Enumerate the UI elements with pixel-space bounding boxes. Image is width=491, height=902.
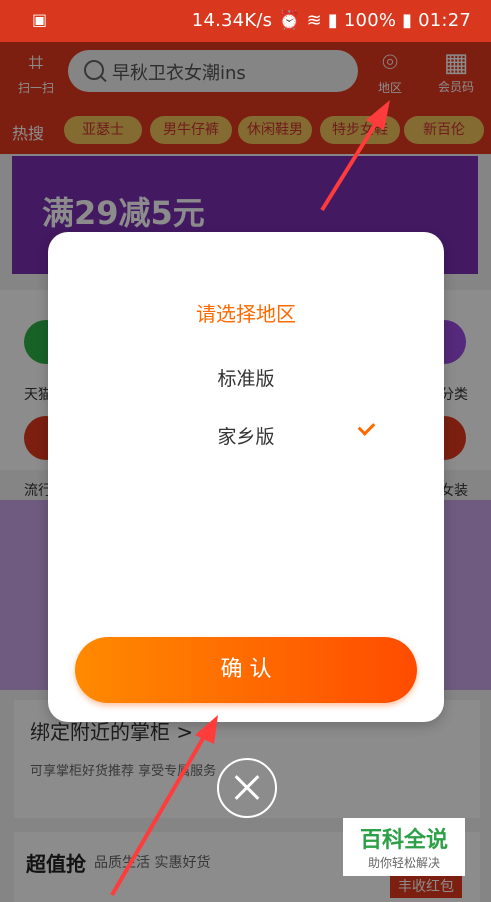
clock: 01:27 [418,10,471,31]
confirm-button[interactable]: 确 认 [75,637,417,703]
status-bar: ▣ 14.34K/s ⏰ ≋ ▮ 100% ▮ 01:27 [0,0,491,42]
option-standard[interactable]: 标准版 [48,364,444,391]
image-icon: ▣ [32,10,48,29]
close-icon[interactable] [217,758,277,818]
network-speed: 14.34K/s [191,10,273,31]
wifi-icon: ≋ [306,10,322,31]
battery-icon: ▮ [402,10,413,31]
alarm-icon: ⏰ [278,10,301,31]
option-hometown[interactable]: 家乡版 [48,422,444,449]
signal-icon: ▮ [327,10,338,31]
region-select-dialog: 请选择地区 标准版 家乡版 确 认 [48,232,444,722]
watermark-logo: 百科全说 助你轻松解决 [343,818,465,876]
status-right: 14.34K/s ⏰ ≋ ▮ 100% ▮ 01:27 [192,10,471,31]
dialog-title: 请选择地区 [196,302,296,326]
watermark-title: 百科全说 [359,828,448,853]
watermark-subtitle: 助你轻松解决 [367,856,440,870]
battery-level: 100% [343,10,397,31]
